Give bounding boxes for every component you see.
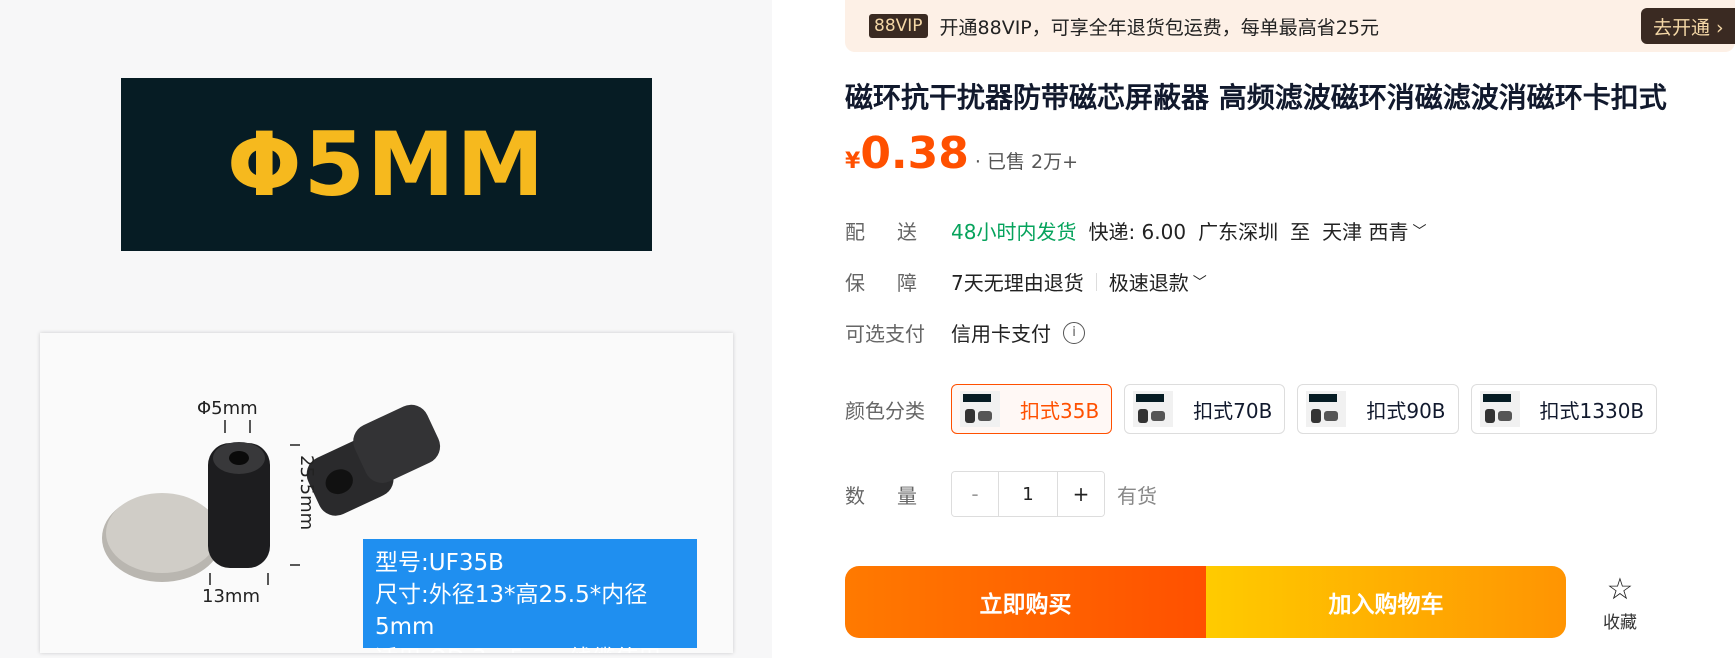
ferrite-lying-shape bbox=[306, 404, 441, 516]
divider bbox=[1095, 272, 1097, 291]
banner-text: Φ5MM bbox=[226, 113, 547, 216]
info-icon[interactable]: i bbox=[1063, 321, 1085, 344]
sku-option-label: 扣式70B bbox=[1193, 398, 1273, 423]
vip-open-button[interactable]: 去开通 › bbox=[1641, 8, 1735, 44]
express-fee: 快递: 6.00 bbox=[1088, 220, 1187, 244]
sold-count: · 已售 2万+ bbox=[974, 151, 1079, 173]
quantity-plus-button[interactable]: + bbox=[1058, 472, 1104, 516]
chevron-down-icon: ﹀ bbox=[1412, 223, 1427, 240]
sku-option-label: 扣式90B bbox=[1366, 398, 1446, 423]
spec-box: 型号:UF35B 尺寸:外径13*高25.5*内径5mm 适用:OD 3—5mm… bbox=[363, 539, 697, 653]
quantity-label: 数量 bbox=[845, 483, 949, 508]
vip-badge: 88VIP bbox=[869, 14, 928, 38]
sku-row: 颜色分类 扣式35B 扣式70B 扣式90B 扣式1330B bbox=[845, 384, 1669, 434]
shipping-row: 配送 48小时内发货 快递: 6.00 广东深圳 至 天津 西青 ﹀ bbox=[845, 216, 1426, 245]
spec-usage: 适用:OD 3—5mm线缆使用 bbox=[375, 643, 685, 653]
stock-status: 有货 bbox=[1117, 483, 1157, 508]
guarantee-label: 保障 bbox=[845, 271, 949, 295]
payment-label: 可选支付 bbox=[845, 322, 925, 346]
product-photo[interactable]: Φ5mm 25.5mm 13mm 型号:UF35B 尺寸:外径13*高25.5*… bbox=[40, 333, 733, 653]
quantity-row: 数量 - 1 + 有货 bbox=[845, 471, 1157, 517]
chevron-down-icon: ﹀ bbox=[1192, 274, 1207, 291]
favorite-label: 收藏 bbox=[1603, 613, 1637, 633]
shipping-label: 配送 bbox=[845, 220, 949, 244]
payment-method: 信用卡支付 bbox=[951, 322, 1051, 346]
product-title: 磁环抗干扰器防带磁芯屏蔽器 高频滤波磁环消磁滤波消磁环卡扣式 bbox=[845, 81, 1667, 114]
guarantee-refund: 极速退款 bbox=[1108, 271, 1189, 295]
sku-option-90b[interactable]: 扣式90B bbox=[1297, 384, 1459, 434]
quantity-stepper: - 1 + bbox=[951, 471, 1105, 517]
price-row: ¥ 0.38 · 已售 2万+ bbox=[845, 128, 1078, 179]
diameter-label: Φ5mm bbox=[197, 398, 258, 419]
price-symbol: ¥ bbox=[845, 149, 861, 174]
spec-size: 尺寸:外径13*高25.5*内径5mm bbox=[375, 582, 648, 640]
sku-option-1330b[interactable]: 扣式1330B bbox=[1470, 384, 1658, 434]
sku-option-70b[interactable]: 扣式70B bbox=[1124, 384, 1286, 434]
sku-thumbnail bbox=[960, 391, 1000, 427]
image-gallery: Φ5MM Φ5mm 25.5mm 13mm 型号:UF35B 尺寸:外径13*高… bbox=[0, 0, 772, 658]
height-label: 25.5mm bbox=[296, 455, 317, 531]
ship-to: 天津 西青 bbox=[1322, 220, 1409, 244]
sku-label: 颜色分类 bbox=[845, 398, 925, 423]
ship-from: 广东深圳 bbox=[1198, 220, 1279, 244]
sku-option-35b[interactable]: 扣式35B bbox=[951, 384, 1113, 434]
guarantee-row: 保障 7天无理由退货 极速退款 ﹀ bbox=[845, 267, 1207, 296]
ship-to-word: 至 bbox=[1290, 220, 1311, 244]
ship-time: 48小时内发货 bbox=[951, 220, 1077, 244]
width-label: 13mm bbox=[202, 586, 260, 607]
price-value: 0.38 bbox=[860, 128, 969, 179]
favorite-button[interactable]: ☆ 收藏 bbox=[1595, 572, 1645, 634]
vip-banner: 88VIP 开通88VIP，可享全年退货包运费，每单最高省25元 去开通 › bbox=[845, 0, 1735, 52]
sku-thumbnail bbox=[1133, 391, 1174, 427]
product-info-panel: 88VIP 开通88VIP，可享全年退货包运费，每单最高省25元 去开通 › 磁… bbox=[845, 0, 1735, 658]
sku-option-label: 扣式35B bbox=[1020, 398, 1100, 423]
sku-thumbnail bbox=[1306, 391, 1347, 427]
buy-now-button[interactable]: 立即购买 bbox=[845, 566, 1206, 638]
quantity-input[interactable]: 1 bbox=[998, 472, 1058, 516]
sku-thumbnail bbox=[1479, 391, 1520, 427]
star-icon: ☆ bbox=[1606, 572, 1634, 607]
sku-option-label: 扣式1330B bbox=[1539, 398, 1645, 423]
ship-to-selector[interactable]: 天津 西青 ﹀ bbox=[1322, 216, 1426, 245]
payment-row: 可选支付 信用卡支付 i bbox=[845, 318, 1085, 347]
add-to-cart-button[interactable]: 加入购物车 bbox=[1206, 566, 1566, 638]
quantity-minus-button[interactable]: - bbox=[952, 472, 998, 516]
guarantee-return: 7天无理由退货 bbox=[951, 271, 1084, 295]
vip-text: 开通88VIP，可享全年退货包运费，每单最高省25元 bbox=[939, 16, 1379, 39]
guarantee-refund-dropdown[interactable]: 极速退款 ﹀ bbox=[1109, 267, 1207, 296]
size-banner-image[interactable]: Φ5MM bbox=[121, 78, 652, 251]
spec-model: 型号:UF35B bbox=[375, 550, 504, 576]
